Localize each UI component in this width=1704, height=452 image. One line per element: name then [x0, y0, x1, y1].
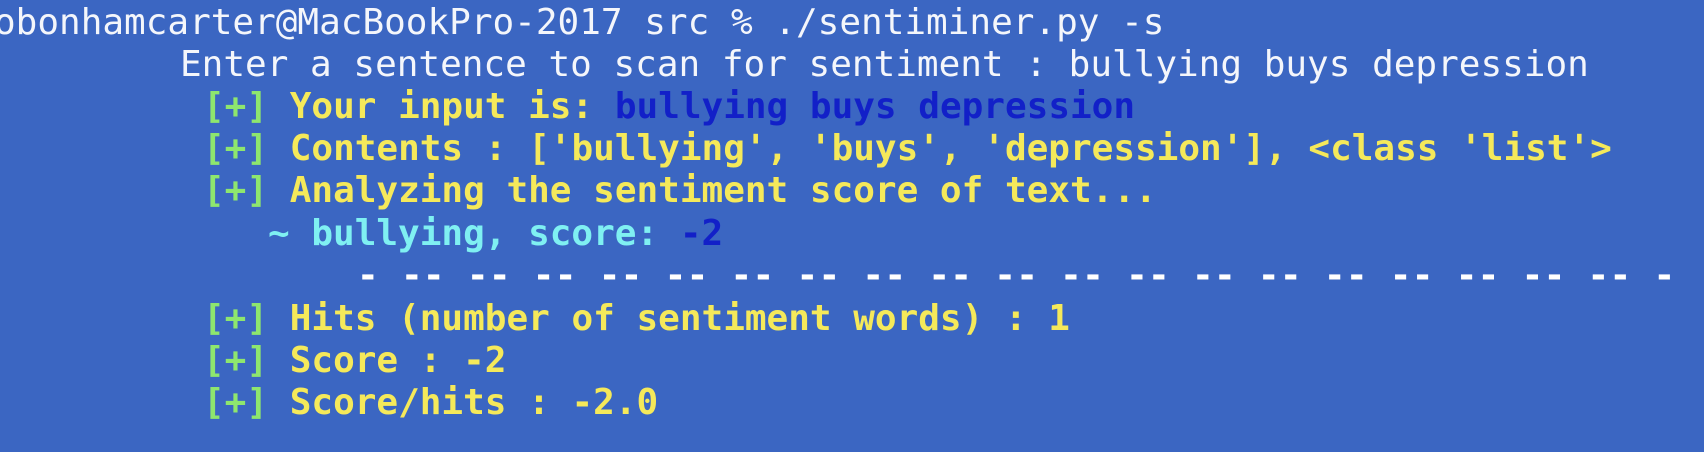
score-text: Score : -2: [289, 340, 507, 381]
score-hits-line: [+] Score/hits : -2.0: [203, 380, 658, 426]
plus-tag: [+]: [203, 170, 269, 211]
word-score-prefix: ~ bullying, score:: [268, 213, 659, 254]
word-score-value: -2: [679, 213, 724, 254]
separator-line: - -- -- -- -- -- -- -- -- -- -- -- -- --…: [357, 255, 1676, 296]
input-echo-line: [+] Your input is: bullying buys depress…: [203, 84, 1135, 130]
plus-tag: [+]: [203, 340, 269, 381]
analyzing-text: Analyzing the sentiment score of text...: [289, 170, 1157, 211]
terminal-window[interactable]: obonhamcarter@MacBookPro-2017 src % ./se…: [0, 0, 1704, 452]
hits-text: Hits (number of sentiment words) : 1: [289, 298, 1070, 339]
plus-tag: [+]: [203, 128, 269, 169]
word-score-line: ~ bullying, score: -2: [268, 211, 723, 257]
input-prompt-value: bullying buys depression: [1068, 44, 1589, 85]
score-hits-text: Score/hits : -2.0: [289, 382, 659, 423]
plus-tag: [+]: [203, 86, 269, 127]
contents-text: Contents : ['bullying', 'buys', 'depress…: [289, 128, 1612, 169]
prompt-command: ./sentiminer.py -s: [774, 2, 1165, 43]
input-prompt-label: Enter a sentence to scan for sentiment :: [180, 44, 1047, 85]
plus-tag: [+]: [203, 382, 269, 423]
analyzing-line: [+] Analyzing the sentiment score of tex…: [203, 168, 1157, 214]
contents-line: [+] Contents : ['bullying', 'buys', 'dep…: [203, 126, 1612, 172]
prompt-cwd: src: [644, 2, 710, 43]
prompt-user-host: obonhamcarter@MacBookPro-2017: [0, 2, 623, 43]
sentence-input-line[interactable]: Enter a sentence to scan for sentiment :…: [180, 42, 1589, 88]
input-echo-value: bullying buys depression: [614, 86, 1136, 127]
score-line: [+] Score : -2: [203, 338, 506, 384]
plus-tag: [+]: [203, 298, 269, 339]
shell-prompt-line: obonhamcarter@MacBookPro-2017 src % ./se…: [0, 0, 1164, 46]
input-echo-label: Your input is:: [289, 86, 594, 127]
prompt-symbol: %: [730, 2, 753, 43]
hits-line: [+] Hits (number of sentiment words) : 1: [203, 296, 1070, 342]
